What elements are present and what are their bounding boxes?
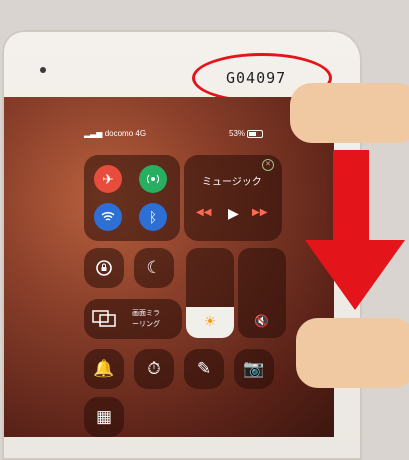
volume-slider[interactable]: 🔇 bbox=[238, 248, 286, 338]
bluetooth-icon[interactable]: ᛒ bbox=[139, 203, 167, 231]
bell-button[interactable]: 🔔 bbox=[84, 349, 124, 389]
qr-scanner-button[interactable]: ▦ bbox=[84, 397, 124, 437]
close-icon[interactable]: ✕ bbox=[262, 159, 274, 171]
signal-icon: ▂▃▅ bbox=[84, 129, 105, 138]
battery-indicator: 53% bbox=[229, 129, 264, 138]
battery-icon bbox=[247, 129, 264, 138]
cellular-icon[interactable] bbox=[139, 165, 167, 193]
previous-track-icon[interactable]: ◀◀ bbox=[196, 207, 211, 218]
status-bar: ▂▃▅ docomo 4G 53% bbox=[4, 125, 334, 141]
play-icon[interactable]: ▶ bbox=[228, 205, 239, 222]
qr-scanner-icon: ▦ bbox=[95, 407, 113, 426]
down-arrow-icon bbox=[305, 150, 405, 325]
moon-icon: ☾ bbox=[146, 258, 162, 277]
timer-icon: ⏱ bbox=[147, 359, 161, 378]
screen-mirroring-button[interactable]: 画面ミラ ーリング bbox=[84, 299, 182, 339]
sun-icon: ☀ bbox=[203, 313, 217, 329]
rotation-lock-icon bbox=[84, 248, 124, 288]
next-track-icon[interactable]: ▶▶ bbox=[252, 207, 267, 218]
wifi-icon[interactable] bbox=[94, 203, 122, 231]
hand-icon-top bbox=[290, 83, 409, 143]
screen-mirroring-icon bbox=[92, 309, 116, 327]
front-camera bbox=[40, 67, 46, 73]
brightness-slider[interactable]: ☀ bbox=[186, 248, 234, 338]
hand-icon-bottom bbox=[296, 318, 409, 388]
device-screen: ▂▃▅ docomo 4G 53% ✈ ᛒ ✕ ミュージック ◀◀ ▶ ▶▶ ☾ bbox=[4, 97, 334, 437]
camera-icon: 📷 bbox=[243, 359, 265, 378]
music-module[interactable]: ✕ ミュージック ◀◀ ▶ ▶▶ bbox=[184, 155, 282, 241]
connectivity-module[interactable]: ✈ ᛒ bbox=[84, 155, 180, 241]
carrier-label: ▂▃▅ docomo 4G bbox=[84, 129, 147, 138]
do-not-disturb-button[interactable]: ☾ bbox=[134, 248, 174, 288]
music-title: ミュージック bbox=[202, 177, 262, 188]
bell-icon: 🔔 bbox=[93, 359, 115, 378]
rotation-lock-button[interactable] bbox=[84, 248, 124, 288]
timer-button[interactable]: ⏱ bbox=[134, 349, 174, 389]
camera-button[interactable]: 📷 bbox=[234, 349, 274, 389]
notes-button[interactable]: ✎ bbox=[184, 349, 224, 389]
note-icon: ✎ bbox=[196, 359, 212, 378]
mute-icon: 🔇 bbox=[254, 314, 269, 328]
screen-mirroring-label: 画面ミラ ーリング bbox=[132, 310, 160, 328]
airplane-icon[interactable]: ✈ bbox=[94, 165, 122, 193]
